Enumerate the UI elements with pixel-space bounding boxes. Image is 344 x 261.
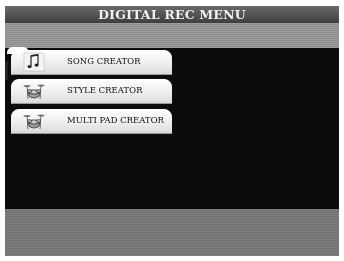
bottom-band [5, 209, 339, 256]
drum-kit-icon [23, 84, 45, 100]
song-creator-button[interactable]: SONG CREATOR [11, 50, 172, 75]
drum-kit-icon [23, 114, 45, 130]
music-note-icon [23, 52, 45, 72]
multi-pad-creator-label: MULTI PAD CREATOR [67, 116, 164, 126]
style-creator-label: STYLE CREATOR [67, 86, 143, 96]
song-creator-label: SONG CREATOR [67, 57, 141, 67]
window-title: DIGITAL REC MENU [5, 6, 339, 23]
style-creator-button[interactable]: STYLE CREATOR [11, 79, 172, 104]
selection-marker [5, 61, 8, 80]
digital-rec-menu-screen: DIGITAL REC MENU SONG CREATOR STYLE CREA… [5, 6, 339, 256]
top-band [5, 23, 339, 48]
multi-pad-creator-button[interactable]: MULTI PAD CREATOR [11, 109, 172, 134]
